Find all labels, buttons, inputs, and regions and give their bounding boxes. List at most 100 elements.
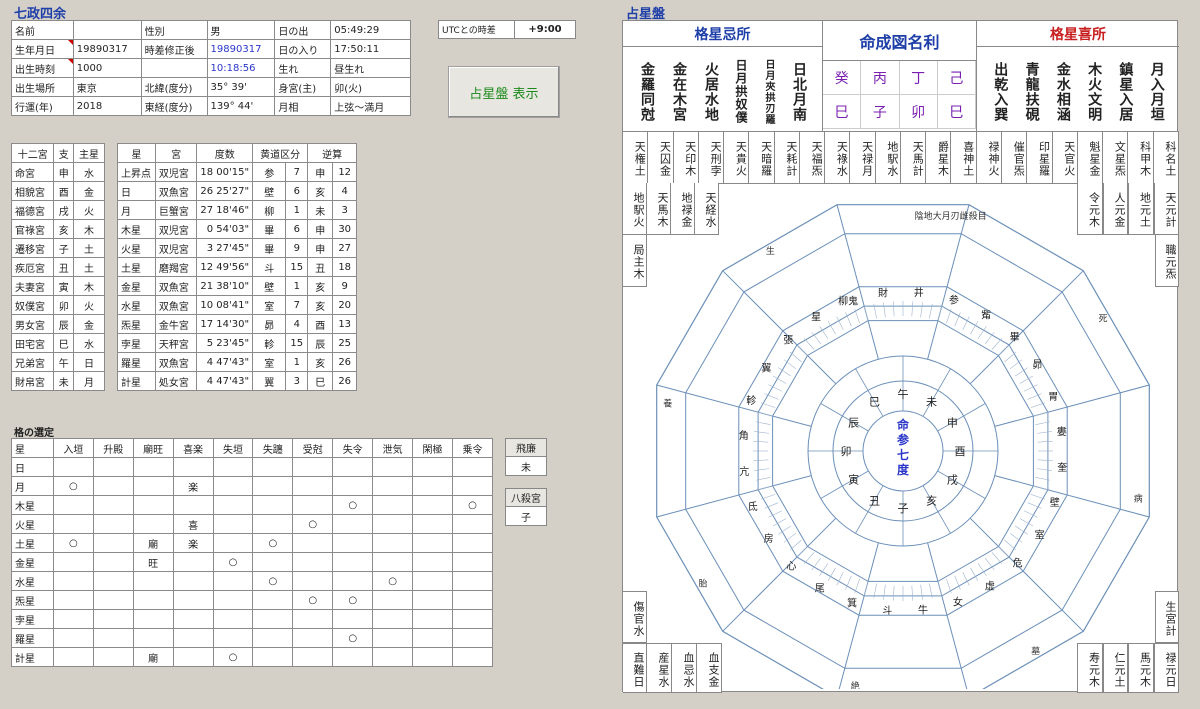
- wheel-mansion-label: 財: [878, 286, 888, 299]
- kaku-cell: 羅星: [11, 628, 54, 648]
- wheel-mansion-label: 箕: [847, 597, 857, 610]
- basic-row: 名前 性別男日の出 05:49:29: [11, 20, 411, 40]
- kaku-cell: [172, 457, 214, 477]
- kaku-cell: [412, 552, 453, 572]
- basic-value[interactable]: 139° 44': [206, 96, 276, 116]
- kaku-cell: [52, 647, 94, 667]
- kaku-cell: ○: [292, 590, 334, 610]
- star-row: 日双魚宮 26 25'27" 壁 6 亥 4: [117, 181, 357, 201]
- basic-value[interactable]: 35° 39': [206, 77, 276, 97]
- star-row: 孛星 天秤宮 5 23'45" 軫 15 辰 25: [117, 333, 357, 353]
- wheel-mansion-label: 張: [783, 334, 793, 346]
- star-cell: 丑: [307, 257, 334, 277]
- palace-cell: 火: [72, 295, 106, 315]
- top-star-cell: 科甲木: [1128, 132, 1154, 184]
- kaku-cell: 楽: [172, 476, 214, 496]
- palace-row: 福德宮戌火: [10, 200, 106, 220]
- wheel-branch-label: 午: [898, 388, 909, 401]
- basic-value[interactable]: 19890317: [206, 39, 276, 59]
- basic-value[interactable]: 東京: [72, 77, 142, 97]
- basic-row: 出生場所 東京 北緯(度分) 35° 39' 身宮(主) 卯(火): [11, 77, 411, 97]
- star-cell: 双魚宮: [154, 352, 198, 372]
- star-cell: 土星: [117, 257, 156, 277]
- kaku-cell: 土星: [11, 533, 54, 553]
- wheel-mansion-label: 柳鬼: [838, 295, 858, 308]
- palace-row: 財帛宮未月: [10, 371, 106, 391]
- kaku-header: 閑極: [412, 438, 453, 458]
- wheel-mansion-label: 軫: [746, 394, 756, 407]
- star-cell: 1: [285, 352, 309, 372]
- top-star-cell: 文星炁: [1103, 132, 1129, 184]
- basic-value[interactable]: 17:50:11: [330, 39, 411, 59]
- basic-value[interactable]: 上弦～満月: [330, 96, 411, 116]
- basic-info-table: 名前 性別男日の出 05:49:29 生年月日 19890317 時差修正後 1989031…: [11, 20, 411, 116]
- kaku-cell: [212, 495, 254, 515]
- palace-cell: 辰: [53, 314, 74, 334]
- star-cell: 17 14'30": [196, 314, 254, 334]
- palace-cell: 土: [72, 238, 106, 258]
- kaku-cell: [412, 609, 453, 629]
- kaku-cell: [292, 552, 334, 572]
- basic-value[interactable]: 男: [206, 20, 276, 40]
- kaku-row: 羅星 ○: [11, 628, 494, 648]
- palace-cell: 兄弟宮: [10, 352, 55, 372]
- star-header: 度数: [196, 143, 254, 163]
- basic-value[interactable]: 昼生れ: [330, 58, 411, 78]
- basic-value[interactable]: 19890317: [72, 39, 142, 59]
- star-row: 計星 処女宮 4 47'43" 翼 3 巳 26: [117, 371, 357, 391]
- basic-value[interactable]: 10:18:56: [206, 58, 276, 78]
- kaku-cell: [332, 476, 374, 496]
- kaku-cell: [132, 457, 174, 477]
- palace-row: 命宮申水: [10, 162, 106, 182]
- kaku-cell: [92, 571, 134, 591]
- basic-label: 性別: [140, 20, 208, 40]
- kaku-cell: [451, 533, 494, 553]
- wheel-mansion-label: 牛: [918, 604, 928, 617]
- wheel-mansion-label: 昴: [1032, 359, 1042, 371]
- kaku-cell: [52, 571, 94, 591]
- kaku-cell: [212, 628, 254, 648]
- kaku-cell: [212, 533, 254, 553]
- wheel-outer-note: 病: [1134, 493, 1143, 505]
- kaku-cell: [412, 571, 453, 591]
- basic-value[interactable]: 卯(火): [330, 77, 411, 97]
- wheel-mansion-label: 尾: [815, 583, 825, 595]
- top-star-cell: 科名土: [1153, 132, 1179, 184]
- kaku-cell: [332, 571, 374, 591]
- palace-row: 遷移宮子土: [10, 238, 106, 258]
- wheel-mansion-label: 女: [953, 595, 963, 608]
- star-cell: 18 00'15": [196, 162, 254, 182]
- star-cell: 畢: [252, 219, 287, 239]
- basic-value[interactable]: 1000: [72, 58, 142, 78]
- wheel-mansion-label: 斗: [882, 605, 892, 617]
- kaku-cell: [92, 495, 134, 515]
- basic-value[interactable]: 05:49:29: [330, 20, 411, 40]
- palace-cell: 金: [72, 314, 106, 334]
- kaku-cell: [132, 571, 174, 591]
- palace-cell: 亥: [53, 219, 74, 239]
- star-cell: 昴: [252, 314, 287, 334]
- star-cell: 25: [332, 333, 357, 353]
- utc-value[interactable]: +9:00: [514, 21, 575, 38]
- palace-cell: 火: [72, 200, 106, 220]
- kaku-cell: [451, 571, 494, 591]
- star-cell: 亥: [307, 352, 334, 372]
- show-chart-button[interactable]: 占星盤 表示: [448, 66, 560, 118]
- kaku-cell: [292, 628, 334, 648]
- kaku-header: 乗令: [451, 438, 494, 458]
- basic-value[interactable]: [72, 20, 142, 40]
- star-cell: 計星: [117, 371, 156, 391]
- star-cell: 申: [307, 238, 334, 258]
- kaku-cell: [451, 628, 494, 648]
- kaku-cell: ○: [252, 571, 294, 591]
- kaku-row: 月 ○ 楽: [11, 476, 494, 496]
- star-cell: 上昇点: [117, 162, 156, 182]
- wheel-center-char: 度: [897, 462, 910, 477]
- hirentou-label: 飛廉: [505, 438, 547, 457]
- palace-cell: 木: [72, 219, 106, 239]
- basic-value[interactable]: 2018: [72, 96, 142, 116]
- star-cell: 3: [285, 371, 309, 391]
- kaku-cell: ○: [451, 495, 494, 515]
- top-star-cell: 天祿水: [825, 132, 851, 184]
- star-cell: 5 23'45": [196, 333, 254, 353]
